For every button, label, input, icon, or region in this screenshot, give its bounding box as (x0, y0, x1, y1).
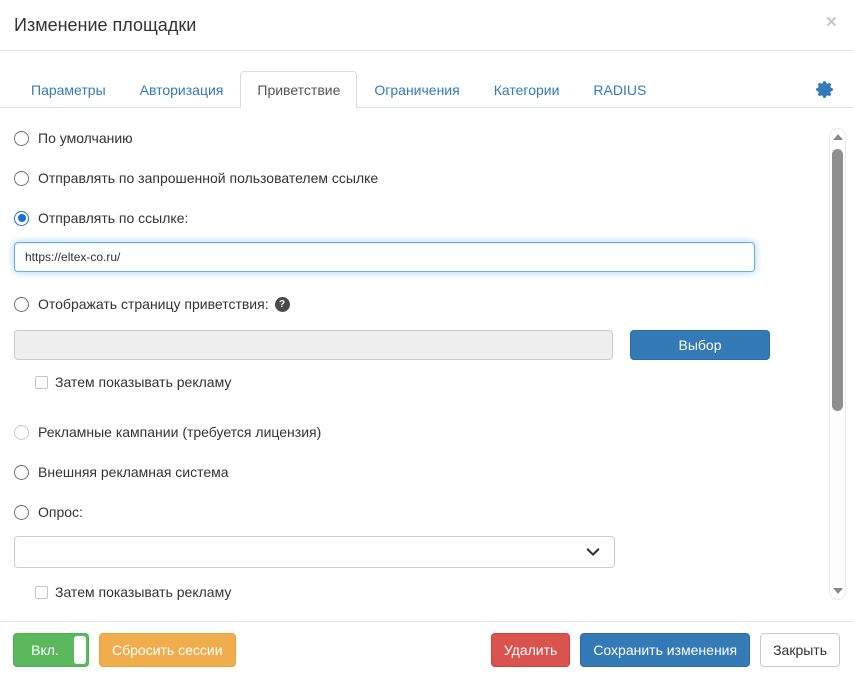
tab-authorization[interactable]: Авторизация (123, 71, 241, 108)
radio-row-survey: Опрос: (14, 502, 813, 522)
gear-icon[interactable] (816, 72, 839, 107)
radio-requested-url-label: Отправлять по запрошенной пользователем … (38, 170, 378, 186)
close-icon[interactable]: × (826, 15, 837, 31)
enabled-toggle[interactable]: Вкл. (13, 633, 89, 667)
then-ads-row-1: Затем показывать рекламу (35, 372, 813, 392)
redirect-url-input[interactable] (14, 242, 755, 272)
survey-select[interactable] (14, 536, 615, 568)
modal-header: Изменение площадки × (0, 0, 853, 51)
scrollbar[interactable] (829, 128, 846, 600)
radio-welcome-page[interactable] (14, 297, 29, 312)
choose-file-button[interactable]: Выбор (630, 330, 770, 360)
radio-row-ad-campaigns: Рекламные кампании (требуется лицензия) (14, 422, 813, 442)
scrollbar-down-arrow-icon[interactable] (833, 588, 843, 594)
tab-categories[interactable]: Категории (477, 71, 577, 108)
radio-row-default: По умолчанию (14, 128, 813, 148)
reset-sessions-button[interactable]: Сбросить сессии (99, 633, 236, 667)
scrollbar-thumb[interactable] (832, 149, 843, 411)
then-ads-checkbox-2[interactable] (35, 586, 48, 599)
tab-bar: Параметры Авторизация Приветствие Ограни… (0, 71, 853, 108)
help-icon[interactable]: ? (275, 297, 290, 312)
radio-survey[interactable] (14, 505, 29, 520)
close-button[interactable]: Закрыть (760, 633, 840, 667)
modal-footer: Вкл. Сбросить сессии Удалить Сохранить и… (0, 621, 853, 678)
tab-greeting[interactable]: Приветствие (240, 71, 357, 108)
radio-send-link[interactable] (14, 211, 29, 226)
welcome-file-input (14, 330, 613, 360)
url-input-row (14, 242, 813, 272)
radio-default-label: По умолчанию (38, 130, 133, 146)
radio-requested-url[interactable] (14, 171, 29, 186)
scrollbar-up-arrow-icon[interactable] (833, 134, 843, 140)
radio-send-link-label: Отправлять по ссылке: (38, 210, 188, 226)
tab-radius[interactable]: RADIUS (576, 71, 663, 108)
radio-ad-campaigns-label: Рекламные кампании (требуется лицензия) (38, 424, 321, 440)
delete-button[interactable]: Удалить (491, 633, 570, 667)
then-ads-label-1: Затем показывать рекламу (55, 374, 231, 390)
radio-row-external-ads: Внешняя рекламная система (14, 462, 813, 482)
tab-parameters[interactable]: Параметры (14, 71, 123, 108)
radio-row-welcome-page: Отображать страницу приветствия: ? (14, 294, 813, 314)
save-changes-button[interactable]: Сохранить изменения (580, 633, 750, 667)
then-ads-row-2: Затем показывать рекламу (35, 582, 813, 602)
then-ads-checkbox-1[interactable] (35, 376, 48, 389)
radio-ad-campaigns (14, 425, 29, 440)
modal-title: Изменение площадки (14, 15, 196, 36)
radio-row-requested-url: Отправлять по запрошенной пользователем … (14, 168, 813, 188)
then-ads-label-2: Затем показывать рекламу (55, 584, 231, 600)
welcome-file-row: Выбор (14, 330, 813, 360)
radio-default[interactable] (14, 131, 29, 146)
toggle-handle[interactable] (74, 636, 86, 664)
radio-external-ads[interactable] (14, 465, 29, 480)
radio-welcome-page-label: Отображать страницу приветствия: (38, 296, 269, 312)
radio-row-send-link: Отправлять по ссылке: (14, 208, 813, 228)
radio-survey-label: Опрос: (38, 504, 83, 520)
tab-content-greeting: По умолчанию Отправлять по запрошенной п… (0, 108, 853, 602)
tab-restrictions[interactable]: Ограничения (357, 71, 476, 108)
enabled-toggle-label: Вкл. (31, 642, 59, 658)
survey-select-row (14, 536, 813, 568)
radio-external-ads-label: Внешняя рекламная система (38, 464, 229, 480)
